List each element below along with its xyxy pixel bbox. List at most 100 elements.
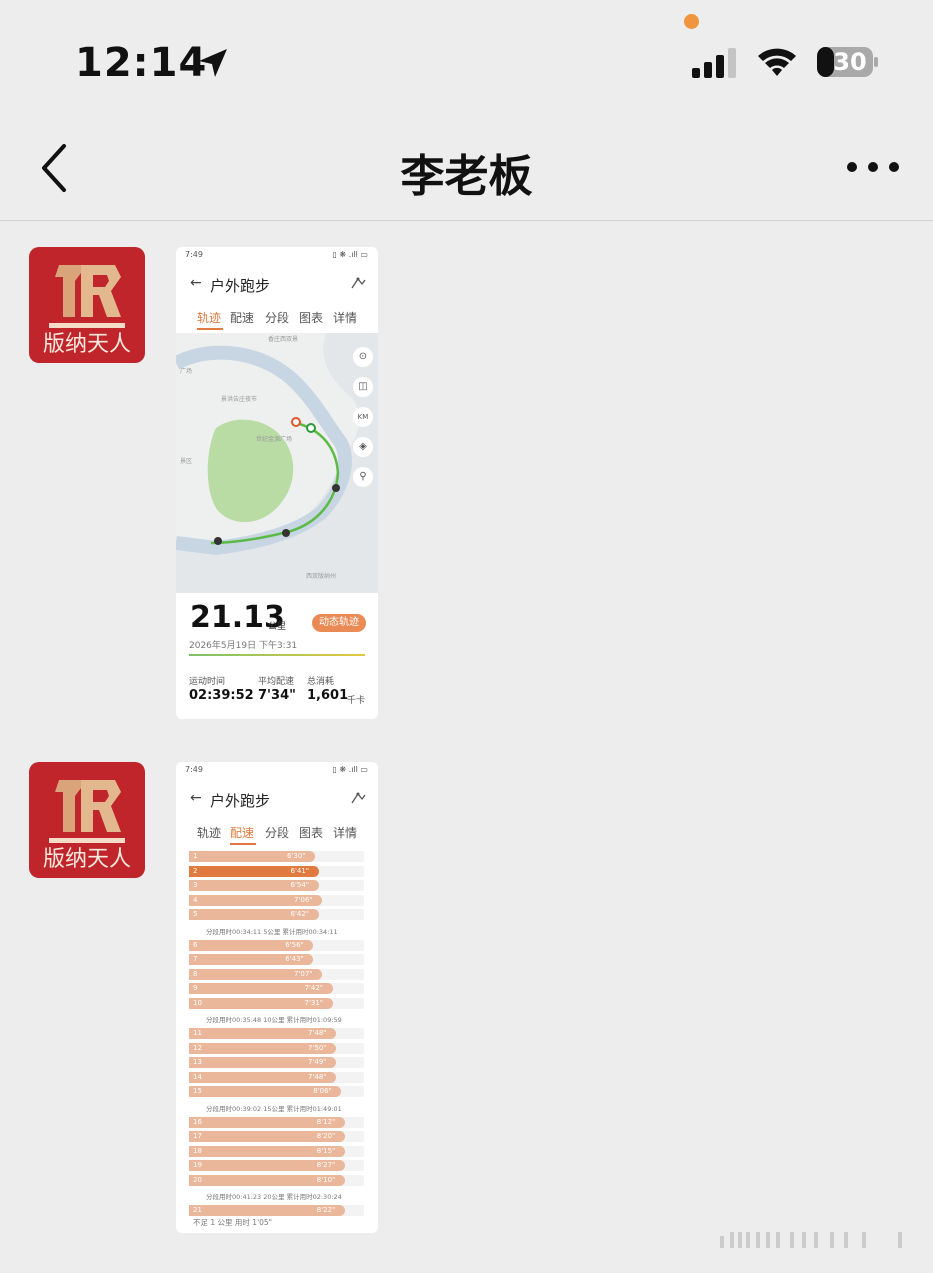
pace-row: 19 8'27" <box>189 1160 364 1171</box>
pace-row: 3 6'54" <box>189 880 364 891</box>
status-time: 12:14 <box>75 40 208 86</box>
wifi-icon <box>758 48 796 76</box>
screenshot-title: 户外跑步 <box>210 277 271 295</box>
svg-text:香庄西双景: 香庄西双景 <box>268 335 298 343</box>
pace-row: 20 8'10" <box>189 1174 364 1186</box>
pace-gradient-bar <box>189 654 365 656</box>
share-route-icon <box>351 792 366 804</box>
image-message-track[interactable]: 7:49 ▯ ❋ .ıll ▭ ← 户外跑步 轨迹 配速 分段 图表 详情 香庄… <box>176 247 378 719</box>
tab-segments: 分段 <box>265 826 290 840</box>
pace-value-label: 7'49" <box>308 1058 327 1066</box>
distance-unit: 公里 <box>268 622 287 632</box>
pace-km-label: 9 <box>193 984 198 992</box>
route-map: 香庄西双景 广场 景洪告庄夜市 世纪金源广场 景区 西双版纳州 ⊙ ◫ KM ◈… <box>176 333 378 593</box>
pace-row: 13 7'49" <box>189 1057 364 1068</box>
pace-value-label: 6'54" <box>290 881 310 889</box>
stat-value: 02:39:52 <box>189 688 254 703</box>
pace-km-label: 11 <box>193 1029 202 1037</box>
pace-row: 18 8'15" <box>189 1145 364 1157</box>
active-tab-underline <box>197 328 223 330</box>
pace-km-label: 19 <box>193 1161 202 1169</box>
screenshot-tabs: 轨迹 配速 分段 图表 详情 <box>176 822 378 846</box>
stat-unit: 千卡 <box>347 696 366 706</box>
pace-value-label: 8'22" <box>316 1206 336 1214</box>
cellular-signal-icon <box>692 48 736 78</box>
split-summary: 分段用时00:34:11 5公里 累计用时00:34:11 <box>206 927 338 936</box>
pace-km-label: 17 <box>193 1132 202 1140</box>
chat-nav-bar: 李老板 <box>0 110 933 221</box>
pace-row: 4 7'06" <box>189 894 364 906</box>
more-options-button[interactable] <box>842 150 904 184</box>
map-controls: ⊙ ◫ KM ◈ ⚲ <box>353 347 373 487</box>
tab-chart: 图表 <box>299 826 324 840</box>
map-type-icon: ◫ <box>353 377 373 397</box>
pace-km-label: 10 <box>193 998 202 1007</box>
pace-row: 6 6'56" <box>189 939 364 951</box>
pace-row: 8 7'07" <box>189 968 364 980</box>
remaining-distance-note: 不足 1 公里 用时 1'05" <box>193 1218 273 1227</box>
screenshot-time: 7:49 <box>185 250 203 259</box>
pace-row: 11 7'48" <box>189 1028 364 1039</box>
person-icon: ⚲ <box>353 467 373 487</box>
split-summary: 分段用时00:35:48 10公里 累计用时01:09:59 <box>206 1016 342 1024</box>
svg-text:景区: 景区 <box>180 458 192 465</box>
pace-value-label: 7'07" <box>294 969 313 978</box>
route-map-graphic: 香庄西双景 广场 景洪告庄夜市 世纪金源广场 景区 西双版纳州 <box>176 333 378 593</box>
sender-avatar[interactable]: 版纳天人 <box>29 762 145 878</box>
pace-km-label: 1 <box>193 852 198 860</box>
pace-km-label: 2 <box>193 866 198 875</box>
location-arrow-icon <box>199 49 227 77</box>
pace-value-label: 6'56" <box>285 940 304 949</box>
tab-pace: 配速 <box>230 311 255 325</box>
pace-km-label: 3 <box>193 881 198 889</box>
pace-value-label: 7'48" <box>308 1072 327 1081</box>
screenshot-tabs: 轨迹 配速 分段 图表 详情 <box>176 307 378 331</box>
image-message-pace[interactable]: 7:49 ▯ ❋ .ıll ▭ ← 户外跑步 轨迹 配速 分段 图表 详情 16… <box>176 762 378 1233</box>
banna-tianren-logo-icon: 版纳天人 <box>29 762 145 878</box>
run-date: 2026年5月19日 下午3:31 <box>189 641 298 651</box>
svg-text:版纳天人: 版纳天人 <box>43 847 131 872</box>
pace-value-label: 6'41" <box>290 866 310 875</box>
pace-km-label: 15 <box>193 1087 202 1095</box>
km-marker-icon: KM <box>353 407 373 427</box>
stat-label: 平均配速 <box>258 677 295 687</box>
pace-km-label: 13 <box>193 1058 202 1066</box>
svg-text:版纳天人: 版纳天人 <box>43 332 131 357</box>
svg-text:景洪告庄夜市: 景洪告庄夜市 <box>221 395 257 403</box>
screenshot-back-icon: ← <box>190 275 202 291</box>
pace-value-label: 6'42" <box>290 910 310 918</box>
screenshot-title: 户外跑步 <box>210 792 271 810</box>
sender-avatar[interactable]: 版纳天人 <box>29 247 145 363</box>
pace-km-label: 8 <box>193 969 198 978</box>
privacy-indicator-dot <box>684 14 699 29</box>
active-tab-underline <box>230 843 256 845</box>
pace-row: 17 8'20" <box>189 1131 364 1142</box>
pace-value-label: 7'50" <box>308 1043 327 1052</box>
screenshot-header: ← 户外跑步 <box>176 788 378 812</box>
tab-track: 轨迹 <box>197 826 222 840</box>
pace-row: 21 8'22" <box>189 1205 364 1216</box>
tab-details: 详情 <box>333 826 358 840</box>
pace-value-label: 8'15" <box>316 1146 336 1155</box>
pace-km-label: 18 <box>193 1146 202 1155</box>
chat-title: 李老板 <box>400 151 533 202</box>
pace-km-label: 14 <box>193 1072 202 1081</box>
tab-track: 轨迹 <box>197 311 222 325</box>
pace-row: 2 6'41" <box>189 865 364 877</box>
tab-chart: 图表 <box>299 311 324 325</box>
svg-text:西双版纳州: 西双版纳州 <box>306 572 336 580</box>
pace-km-label: 16 <box>193 1117 202 1126</box>
tab-details: 详情 <box>333 311 358 325</box>
pace-row: 1 6'30" <box>189 851 364 862</box>
pace-row: 5 6'42" <box>189 909 364 920</box>
pace-value-label: 8'12" <box>316 1117 336 1126</box>
dynamic-track-button: 动态轨迹 <box>312 614 366 632</box>
pace-value-label: 6'30" <box>287 852 306 860</box>
screenshot-time: 7:49 <box>185 765 203 774</box>
pace-row: 9 7'42" <box>189 983 364 994</box>
locate-icon: ⊙ <box>353 347 373 367</box>
pace-km-label: 4 <box>193 895 198 904</box>
pace-value-label: 7'31" <box>304 998 324 1007</box>
stat-label: 总消耗 <box>307 677 335 687</box>
status-bar: 12:14 30 <box>0 0 933 110</box>
